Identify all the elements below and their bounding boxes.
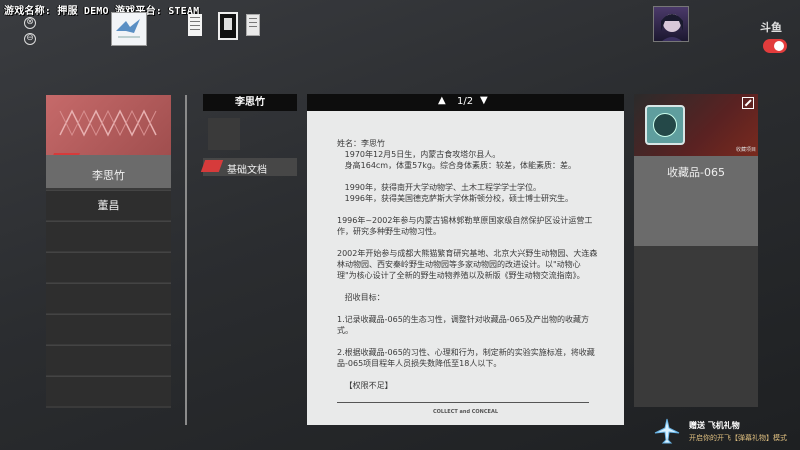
- selected-character-name[interactable]: 李思竹: [46, 167, 171, 183]
- document-page[interactable]: 姓名：李思竹 1970年12月5日生，内蒙古食攻塔尔县人。 身高164cm，体重…: [307, 111, 624, 425]
- collection-item-label: 收藏品-065: [667, 166, 725, 179]
- basic-document-tab[interactable]: 基础文档: [200, 158, 297, 176]
- document-footer: COLLECT and CONCEAL: [432, 409, 499, 415]
- basic-document-label: 基础文档: [227, 165, 267, 176]
- selected-collection-item[interactable]: 收藏品-065: [634, 156, 758, 246]
- list-item[interactable]: [46, 345, 171, 375]
- stream-title-overlay: 游戏名称: 押服 DEMO 游戏平台: STEAM: [4, 6, 200, 17]
- list-item[interactable]: [46, 283, 171, 313]
- list-item-label: 董昌: [97, 199, 120, 212]
- logo-bird-icon: [116, 19, 140, 38]
- list-item[interactable]: [46, 252, 171, 282]
- streamer-avatar[interactable]: [653, 6, 689, 42]
- avatar-portrait-icon: [661, 14, 683, 41]
- character-list-panel: 李思竹 董昌: [46, 95, 171, 408]
- close-icon[interactable]: ⊗: [24, 17, 36, 29]
- page-up-icon[interactable]: ▲: [438, 95, 446, 106]
- page-indicator: 1/2: [457, 96, 474, 107]
- page-down-icon[interactable]: ▼: [480, 95, 488, 106]
- tab-stripe-icon: [200, 160, 224, 172]
- collection-panel: 收藏项目 收藏品-065: [634, 94, 758, 407]
- column-divider: [185, 95, 187, 425]
- list-item[interactable]: 董昌: [46, 190, 171, 220]
- document-icon-slot[interactable]: [208, 118, 240, 150]
- airplane-icon: [654, 418, 680, 444]
- character-name-header: 李思竹: [203, 94, 297, 111]
- list-item[interactable]: [46, 221, 171, 251]
- document-thumbnail-1[interactable]: [188, 14, 202, 36]
- document-divider: [337, 402, 589, 403]
- list-item[interactable]: [46, 376, 171, 406]
- game-logo-thumbnail[interactable]: [111, 12, 147, 46]
- back-icon[interactable]: ⊖: [24, 33, 36, 45]
- document-thumbnail-3[interactable]: [246, 14, 260, 36]
- toggle-knob: [774, 41, 784, 51]
- collection-emblem-icon: [645, 105, 685, 145]
- document-thumbnail-2[interactable]: [218, 12, 238, 40]
- settings-toggle[interactable]: [763, 39, 787, 53]
- collection-card-banner[interactable]: 收藏项目: [634, 94, 758, 156]
- platform-logo: 斗鱼: [760, 21, 782, 34]
- emblem-core-icon: [653, 113, 677, 137]
- banner-pattern-icon: [59, 109, 157, 137]
- document-pager-bar: ▲ 1/2 ▼: [307, 94, 624, 111]
- gift-promo-subtext: 开启你的开飞【弹幕礼物】模式: [689, 434, 787, 442]
- expand-icon[interactable]: [742, 97, 754, 109]
- list-item[interactable]: [46, 314, 171, 344]
- card-tag: 收藏项目: [736, 147, 757, 153]
- document-body-text: 姓名：李思竹 1970年12月5日生，内蒙古食攻塔尔县人。 身高164cm，体重…: [337, 139, 598, 390]
- gift-promo-text: 赠送 飞机礼物: [689, 421, 740, 430]
